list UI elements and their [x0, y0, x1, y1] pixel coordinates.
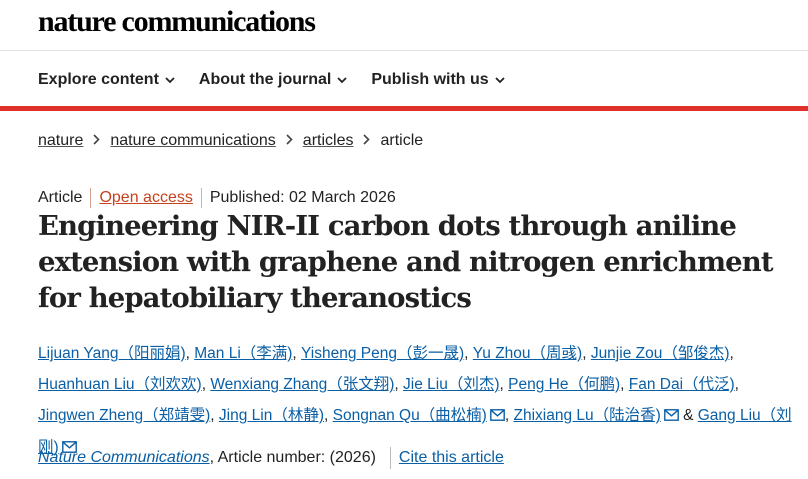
header: nature communications: [38, 4, 316, 44]
cite-this-article-link[interactable]: Cite this article: [399, 449, 504, 467]
author-link[interactable]: Huanhuan Liu（刘欢欢): [38, 376, 202, 393]
breadcrumb-nature-communications[interactable]: nature communications: [110, 132, 275, 150]
author-link[interactable]: Yu Zhou（周彧): [473, 345, 582, 362]
author-link[interactable]: Jingwen Zheng（郑靖雯): [38, 407, 210, 424]
author-list: Lijuan Yang（阳丽娟), Man Li（李满), Yisheng Pe…: [38, 338, 800, 464]
journal-logo[interactable]: nature communications: [38, 4, 316, 40]
journal-link[interactable]: Nature Communications: [38, 449, 210, 467]
separator: ,: [504, 407, 510, 424]
nav-publish-with-us[interactable]: Publish with us: [371, 71, 505, 89]
breadcrumb: nature nature communications articles ar…: [38, 132, 423, 150]
separator: ,: [394, 376, 399, 393]
separator: ,: [185, 345, 190, 362]
separator: ,: [582, 345, 587, 362]
separator: ,: [620, 376, 625, 393]
chevron-right-icon: [286, 132, 293, 150]
separator: ,: [729, 345, 734, 362]
header-divider: [0, 50, 808, 51]
nav-item-label: Explore content: [38, 71, 159, 88]
author-link[interactable]: Yisheng Peng（彭一晟): [301, 345, 464, 362]
open-access-link[interactable]: Open access: [99, 189, 192, 207]
chevron-right-icon: [93, 132, 101, 150]
separator: ,: [324, 407, 329, 424]
separator: ,: [292, 345, 297, 362]
author-link[interactable]: Songnan Qu（曲松楠): [333, 407, 487, 424]
author-link[interactable]: Zhixiang Lu（陆治香): [513, 407, 660, 424]
nav-item-label: Publish with us: [371, 71, 489, 88]
author-link[interactable]: Peng He（何鹏): [508, 376, 620, 393]
citation-line: Nature Communications , Article number: …: [38, 447, 504, 469]
separator: ,: [201, 376, 207, 393]
divider: [90, 188, 92, 208]
article-type: Article: [38, 189, 83, 206]
separator: &: [683, 407, 694, 424]
author-link[interactable]: Jing Lin（林静): [219, 407, 324, 424]
nav-explore-content[interactable]: Explore content: [38, 71, 175, 89]
divider: [200, 188, 202, 208]
author-link[interactable]: Junjie Zou（邹俊杰): [591, 345, 730, 362]
separator: ,: [499, 376, 504, 393]
chevron-down-icon: [337, 76, 347, 84]
article-title: Engineering NIR-II carbon dots through a…: [38, 210, 774, 314]
main-nav: Explore content About the journal Publis…: [38, 68, 529, 92]
divider: [389, 447, 391, 469]
mail-icon[interactable]: [663, 401, 679, 432]
chevron-right-icon: [363, 132, 371, 150]
author-link[interactable]: Wenxiang Zhang（张文翔): [210, 376, 394, 393]
nav-item-label: About the journal: [198, 71, 332, 88]
mail-icon[interactable]: [489, 401, 505, 432]
author-link[interactable]: Jie Liu（刘杰): [403, 376, 499, 393]
breadcrumb-articles[interactable]: articles: [303, 132, 354, 150]
separator: ,: [210, 407, 215, 424]
article-meta: Article Open access Published: 02 March …: [38, 187, 396, 209]
published-date: Published: 02 March 2026: [209, 189, 396, 206]
separator: ,: [734, 376, 739, 393]
article-number: , Article number: (2026): [209, 449, 376, 466]
accent-bar: [0, 106, 808, 111]
breadcrumb-current: article: [380, 132, 424, 149]
author-link[interactable]: Fan Dai（代泛): [629, 376, 735, 393]
chevron-down-icon: [165, 76, 175, 84]
author-link[interactable]: Lijuan Yang（阳丽娟): [38, 345, 186, 362]
nav-about-the-journal[interactable]: About the journal: [199, 71, 347, 89]
author-link[interactable]: Man Li（李满): [194, 345, 292, 362]
separator: ,: [464, 345, 469, 362]
breadcrumb-nature[interactable]: nature: [38, 132, 83, 150]
chevron-down-icon: [495, 76, 505, 84]
